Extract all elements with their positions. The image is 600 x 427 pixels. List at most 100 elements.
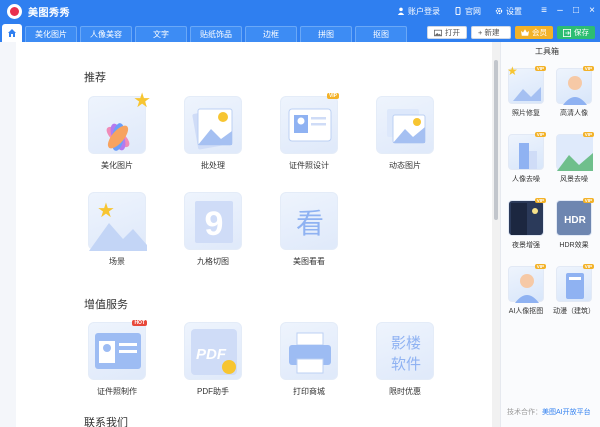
vip-badge: VIP [582, 264, 594, 269]
card-batch[interactable]: 批处理 [182, 96, 244, 171]
settings-link[interactable]: 设置 [495, 6, 522, 17]
nav-bar: 美化图片 人像美容 文字 贴纸饰品 边框 拼图 抠图 打开 + 新建 会员 保存 [0, 22, 600, 42]
scenery-denoise-icon: VIP [556, 132, 594, 171]
building-icon [519, 143, 537, 169]
tool-label: 人像去噪 [512, 176, 540, 183]
shadow-bottom-glyph: 软件 [391, 355, 421, 373]
tab-portrait[interactable]: 人像美容 [80, 26, 132, 42]
hot-badge: HOT [132, 320, 147, 326]
hdr-mark: HDR [564, 215, 586, 226]
kan-glyph: 看 [296, 207, 324, 240]
account-login-link[interactable]: 账户登录 [397, 6, 440, 17]
card-animated[interactable]: 动态图片 [374, 96, 436, 171]
viewer-thumb: 看 [280, 192, 338, 250]
open-button[interactable]: 打开 [427, 26, 467, 39]
portrait-cutout-icon [515, 274, 539, 303]
batch-thumb [184, 96, 242, 154]
star-icon: ★ [507, 64, 518, 78]
toolbox-panel: 工具箱 ★ VIP 照片修复 VIP 高清人像 VIP 人像去噪 VIP 风景去… [500, 42, 600, 427]
card-beautify[interactable]: ★ 美化图片 [86, 91, 151, 171]
minimize-icon[interactable]: – [552, 0, 568, 22]
card-scene[interactable]: ★ 场景 [86, 192, 148, 267]
vip-badge: VIP [582, 198, 594, 203]
card-limited-offer[interactable]: 影楼 软件 限时优惠 [374, 322, 436, 397]
card-meitu-viewer[interactable]: 看 美图看看 [278, 192, 340, 267]
section-title-contact: 联系我们 [84, 417, 128, 427]
tool-anime-building[interactable]: VIP 动漫（建筑） [551, 264, 597, 316]
id-card-icon [288, 108, 332, 142]
tool-ai-cutout[interactable]: VIP AI人像抠图 [503, 264, 549, 316]
animated-image-icon [387, 109, 426, 144]
tab-border[interactable]: 边框 [245, 26, 297, 42]
tool-night-enhance[interactable]: VIP 夜景增强 [503, 198, 549, 250]
tool-photo-repair[interactable]: ★ VIP 照片修复 [503, 64, 549, 118]
card-label: PDF助手 [197, 387, 229, 396]
card-pdf[interactable]: PDF PDF助手 [182, 322, 244, 397]
vip-badge: VIP [534, 66, 546, 71]
website-label: 官网 [465, 6, 481, 16]
tab-cutout[interactable]: 抠图 [355, 26, 407, 42]
website-link[interactable]: 官网 [454, 6, 481, 17]
scrollbar-thumb[interactable] [494, 60, 498, 220]
beautify-thumb: ★ [88, 91, 151, 154]
tool-label: HDR效果 [559, 242, 589, 249]
tool-hdr[interactable]: HDR VIP HDR效果 [551, 198, 597, 250]
account-login-label: 账户登录 [408, 6, 440, 16]
new-button[interactable]: + 新建 [471, 26, 511, 39]
pdf-glyph: PDF [196, 346, 227, 363]
save-button[interactable]: 保存 [557, 26, 595, 39]
ai-cutout-icon: VIP [508, 264, 546, 303]
studio-software-icon: 影楼 软件 [391, 334, 421, 373]
tool-hd-portrait[interactable]: VIP 高清人像 [551, 66, 597, 118]
card-id-photo[interactable]: VIP 证件照设计 [278, 93, 340, 171]
printer-icon [289, 332, 331, 374]
maximize-icon[interactable]: □ [568, 0, 584, 22]
tech-cooperation: 技术合作：美图AI开放平台 [507, 407, 591, 417]
user-icon [397, 7, 405, 15]
home-tab[interactable] [2, 24, 22, 42]
coop-link[interactable]: 美图AI开放平台 [542, 409, 591, 416]
offer-thumb: 影楼 软件 [376, 322, 434, 380]
scenery-icon [557, 135, 593, 171]
card-id-photo-make[interactable]: HOT 证件照制作 [86, 320, 148, 397]
card-label: 证件照制作 [97, 387, 137, 396]
app-title: 美图秀秀 [28, 7, 70, 19]
card-label: 限时优惠 [389, 387, 421, 396]
close-icon[interactable]: × [584, 0, 600, 22]
night-icon [511, 203, 538, 235]
anime-building-icon: VIP [556, 264, 594, 302]
section-title-value-added: 增值服务 [84, 299, 128, 311]
left-strip [0, 42, 16, 427]
vip-button[interactable]: 会员 [515, 26, 553, 39]
tab-collage[interactable]: 拼图 [300, 26, 352, 42]
vip-badge: VIP [326, 93, 339, 99]
tool-scenery-denoise[interactable]: VIP 风景去噪 [551, 132, 597, 184]
menu-icon[interactable]: ≡ [536, 0, 552, 22]
scene-thumb: ★ [88, 192, 147, 251]
app-logo-icon [7, 3, 22, 19]
image-icon [434, 29, 442, 36]
tool-label: AI人像抠图 [508, 308, 544, 315]
tool-label: 夜景增强 [512, 242, 540, 249]
vip-label: 会员 [532, 28, 547, 37]
tab-text[interactable]: 文字 [135, 26, 187, 42]
tool-label: 动漫（建筑） [553, 308, 595, 315]
card-nine-grid[interactable]: 9 九格切图 [182, 192, 244, 267]
card-label: 动态图片 [389, 161, 421, 170]
vip-badge: VIP [534, 198, 546, 203]
crown-icon [521, 29, 529, 36]
nine-grid-icon: 9 [195, 201, 233, 243]
tool-label: 风景去噪 [560, 176, 588, 183]
card-label: 打印商城 [293, 387, 325, 396]
id-photo-icon [95, 333, 141, 369]
viewer-icon: 看 [296, 207, 324, 240]
tab-stickers[interactable]: 贴纸饰品 [190, 26, 242, 42]
vip-badge: VIP [582, 66, 594, 71]
settings-label: 设置 [506, 6, 522, 16]
card-print-mall[interactable]: 打印商城 [278, 322, 340, 397]
tool-portrait-denoise[interactable]: VIP 人像去噪 [503, 132, 549, 184]
tab-beautify[interactable]: 美化图片 [25, 26, 77, 42]
coop-prefix: 技术合作： [507, 409, 542, 416]
tool-label: 高清人像 [560, 110, 588, 117]
card-label: 场景 [109, 257, 125, 266]
